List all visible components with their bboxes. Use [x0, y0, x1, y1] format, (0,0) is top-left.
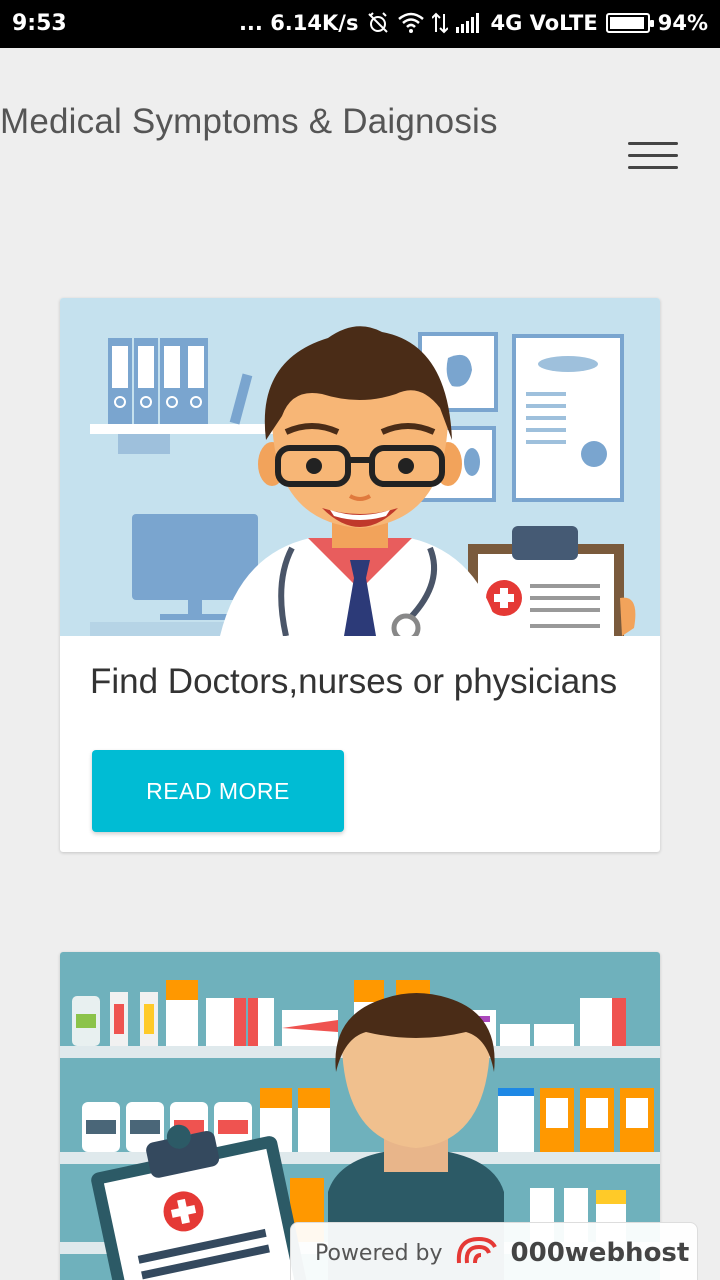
network-type: 4G VoLTE: [490, 11, 598, 35]
webhost-brand: 000webhost: [510, 1238, 690, 1268]
battery-icon: [605, 13, 654, 33]
battery-fill: [609, 17, 644, 29]
alarm-off-icon: [366, 11, 390, 35]
signal-icon: [456, 13, 482, 33]
powered-by-text: Powered by: [315, 1240, 443, 1266]
read-more-button[interactable]: READ MORE: [92, 750, 344, 832]
network-speed: ... 6.14K/s: [238, 11, 359, 35]
doctor-illustration: [60, 298, 660, 636]
status-bar: 9:53 ... 6.14K/s 4G VoLTE 94%: [0, 0, 720, 48]
status-icons: ... 6.14K/s 4G VoLTE 94%: [239, 11, 708, 35]
card-doctors: Find Doctors,nurses or physicians READ M…: [60, 298, 660, 852]
menu-icon[interactable]: [628, 142, 678, 174]
battery-percent: 94%: [657, 11, 708, 35]
site-title[interactable]: Medical Symptoms & Daignosis: [0, 102, 498, 142]
webhost-logo-icon: [455, 1233, 499, 1274]
wifi-icon: [398, 12, 425, 34]
status-time: 9:53: [12, 11, 67, 36]
card-title: Find Doctors,nurses or physicians: [90, 662, 618, 701]
powered-by-badge[interactable]: Powered by 000webhost: [290, 1222, 698, 1280]
data-transfer-icon: [432, 12, 449, 34]
